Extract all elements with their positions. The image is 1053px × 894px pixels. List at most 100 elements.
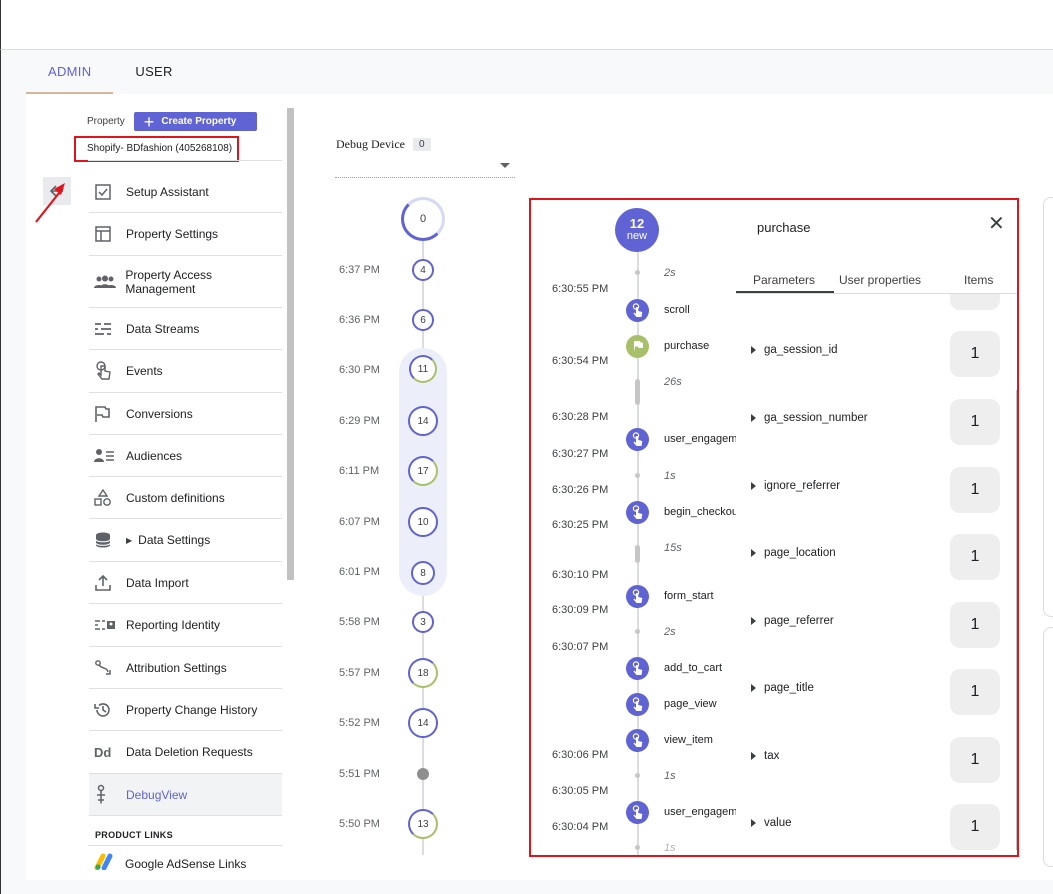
event-name[interactable]: view_item xyxy=(664,734,736,746)
event-name[interactable]: add_to_cart xyxy=(664,662,736,674)
close-icon[interactable]: ✕ xyxy=(988,214,1005,234)
event-name[interactable]: purchase xyxy=(664,340,736,352)
minute-row[interactable]: 6:29 PM 14 xyxy=(333,405,463,437)
history-icon xyxy=(89,701,126,719)
minute-row[interactable]: 6:37 PM 4 xyxy=(333,254,463,286)
tab-admin[interactable]: ADMIN xyxy=(26,50,114,94)
param-row[interactable]: ga_session_number 1 xyxy=(749,399,1000,445)
param-key: page_referrer xyxy=(764,615,834,627)
nav-data-settings[interactable]: ▶ Data Settings xyxy=(89,519,282,562)
minute-row[interactable]: 6:01 PM 8 xyxy=(333,556,463,588)
nav-audiences[interactable]: Audiences xyxy=(89,435,282,477)
event-duration: 1s xyxy=(664,842,676,854)
tab-user[interactable]: USER xyxy=(113,50,194,94)
tab-items[interactable]: Items xyxy=(954,268,993,293)
minute-row[interactable]: 5:51 PM xyxy=(333,758,463,790)
nav-property-access-management[interactable]: Property Access Management xyxy=(89,256,282,308)
minute-row[interactable]: 5:57 PM 18 xyxy=(333,657,463,689)
nav-conversions[interactable]: Conversions xyxy=(89,393,282,435)
timeline-gap xyxy=(635,545,640,563)
caret-right-icon xyxy=(751,482,756,490)
nav-data-deletion-requests[interactable]: Dd Data Deletion Requests xyxy=(89,731,282,774)
debug-device-count: 0 xyxy=(412,138,431,151)
event-name[interactable]: begin_checkout xyxy=(664,506,736,518)
debug-device-select[interactable] xyxy=(335,160,515,178)
property-header: Property + Create Property xyxy=(87,112,257,131)
audience-icon xyxy=(89,448,126,464)
tab-parameters[interactable]: Parameters xyxy=(736,268,834,293)
timeline-tick xyxy=(635,773,640,778)
nav-attribution-settings[interactable]: Attribution Settings xyxy=(89,647,282,689)
minute-row[interactable]: 5:58 PM 3 xyxy=(333,606,463,638)
minute-count: 11 xyxy=(409,355,437,383)
touch-icon[interactable] xyxy=(626,801,649,824)
param-row[interactable]: ga_session_id 1 xyxy=(749,331,1000,377)
nav-reporting-identity[interactable]: Reporting Identity xyxy=(89,604,282,647)
param-row[interactable]: ignore_referrer 1 xyxy=(749,467,1000,513)
nav-data-import[interactable]: Data Import xyxy=(89,562,282,604)
new-events-badge[interactable]: 12 new xyxy=(615,208,659,252)
caret-right-icon xyxy=(751,752,756,760)
minute-row[interactable]: 6:11 PM 17 xyxy=(333,455,463,487)
database-icon xyxy=(89,531,126,549)
create-property-button[interactable]: + Create Property xyxy=(133,112,257,131)
nav-label: Data Deletion Requests xyxy=(126,745,253,759)
caret-right-icon xyxy=(751,819,756,827)
event-name[interactable]: user_engagement xyxy=(664,433,736,445)
minute-row[interactable]: 6:07 PM 10 xyxy=(333,506,463,538)
minute-count: 18 xyxy=(408,658,438,688)
shapes-icon xyxy=(89,488,126,507)
minute-row[interactable]: 6:30 PM 11 xyxy=(333,354,463,386)
upload-icon xyxy=(89,574,126,592)
param-row[interactable]: page_referrer 1 xyxy=(749,602,1000,648)
layout-icon xyxy=(89,225,126,243)
event-stream-panel: 12 new 6:30:55 PM 6:30:54 PM 6:30:28 PM … xyxy=(529,198,1019,857)
nav-custom-definitions[interactable]: Custom definitions xyxy=(89,477,282,519)
nav-scrollbar[interactable] xyxy=(287,108,294,580)
touch-icon[interactable] xyxy=(626,729,649,752)
timeline-gap xyxy=(635,379,640,405)
minute-time: 5:57 PM xyxy=(339,667,380,679)
detail-scrollbar[interactable] xyxy=(1016,390,1017,850)
divider xyxy=(88,845,282,846)
touch-icon[interactable] xyxy=(626,501,649,524)
streams-icon xyxy=(89,321,126,337)
nav-label: Attribution Settings xyxy=(126,660,227,675)
minute-row[interactable]: 5:50 PM 13 xyxy=(333,808,463,840)
minute-time: 6:30 PM xyxy=(339,364,380,376)
nav-data-streams[interactable]: Data Streams xyxy=(89,308,282,350)
param-value-partial xyxy=(950,294,1000,310)
param-row[interactable]: page_title 1 xyxy=(749,669,1000,715)
event-name[interactable]: form_start xyxy=(664,590,736,602)
touch-icon[interactable] xyxy=(626,657,649,680)
nav-property-settings[interactable]: Property Settings xyxy=(89,213,282,256)
nav-setup-assistant[interactable]: Setup Assistant xyxy=(89,171,282,213)
tab-user-properties[interactable]: User properties xyxy=(834,268,954,293)
param-value: 1 xyxy=(950,804,1000,850)
touch-icon[interactable] xyxy=(626,693,649,716)
flag-icon[interactable] xyxy=(626,335,649,358)
touch-icon[interactable] xyxy=(626,428,649,451)
event-time: 6:30:55 PM xyxy=(552,283,609,295)
minute-row[interactable]: 5:52 PM 14 xyxy=(333,707,463,739)
param-key: tax xyxy=(764,750,780,762)
nav-debugview[interactable]: DebugView xyxy=(89,774,282,816)
event-time: 6:30:26 PM xyxy=(552,484,609,496)
minutes-top-counter[interactable]: 0 xyxy=(401,197,445,241)
minute-time: 6:07 PM xyxy=(339,516,380,528)
event-name[interactable]: scroll xyxy=(664,304,736,316)
touch-icon[interactable] xyxy=(626,585,649,608)
param-row[interactable]: tax 1 xyxy=(749,737,1000,783)
touch-icon[interactable] xyxy=(626,299,649,322)
event-name[interactable]: user_engagement xyxy=(664,806,736,818)
minute-row[interactable]: 6:36 PM 6 xyxy=(333,304,463,336)
nav-property-change-history[interactable]: Property Change History xyxy=(89,689,282,731)
nav-events[interactable]: Events xyxy=(89,350,282,393)
timeline-tick xyxy=(635,473,640,478)
param-row[interactable]: value 1 xyxy=(749,804,1000,850)
property-name[interactable]: Shopify- BDfashion (405268108) xyxy=(74,136,239,162)
create-property-label: Create Property xyxy=(161,116,237,127)
nav-adsense-links[interactable]: Google AdSense Links xyxy=(94,852,246,875)
param-row[interactable]: page_location 1 xyxy=(749,534,1000,580)
event-name[interactable]: page_view xyxy=(664,698,736,710)
